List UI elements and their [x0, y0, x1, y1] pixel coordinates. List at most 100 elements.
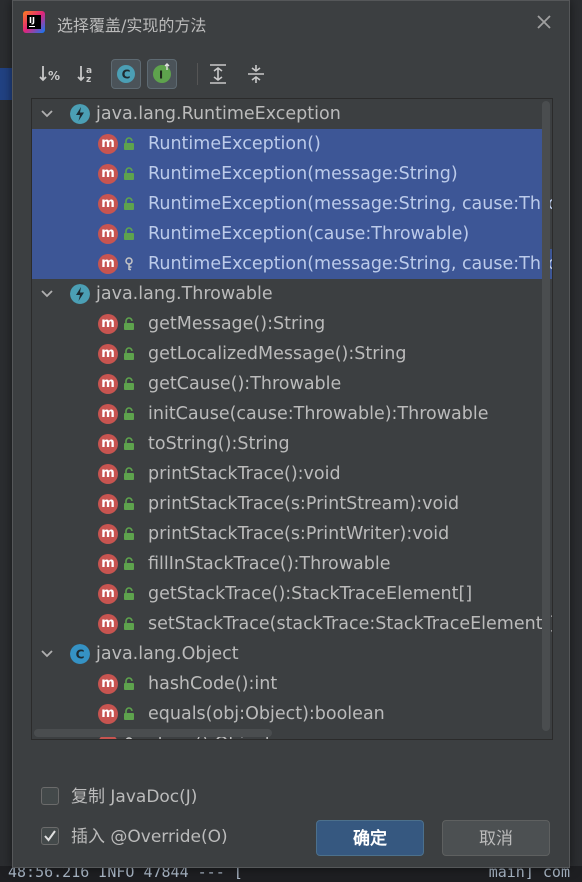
console-text-left: 48:56.216 INFO 47844 --- [	[8, 866, 243, 881]
method-signature: fillInStackTrace():Throwable	[148, 554, 391, 574]
close-icon[interactable]	[533, 11, 555, 33]
public-lock-icon	[124, 347, 134, 360]
method-signature: hashCode():int	[148, 674, 278, 694]
horizontal-scrollbar[interactable]	[34, 729, 272, 737]
method-row[interactable]: m setStackTrace(stackTrace:StackTraceElem…	[32, 609, 552, 639]
public-lock-icon	[124, 527, 134, 540]
svg-text:C: C	[76, 648, 85, 662]
method-signature: initCause(cause:Throwable):Throwable	[148, 404, 489, 424]
cancel-button[interactable]: 取消	[442, 820, 550, 856]
public-lock-icon	[124, 587, 134, 600]
method-signature: getStackTrace():StackTraceElement[]	[148, 584, 473, 604]
method-icon: m	[98, 194, 118, 214]
method-signature: getMessage():String	[148, 314, 326, 334]
intellij-logo-icon: IJ	[23, 11, 45, 33]
sort-by-visibility-icon: %	[39, 66, 60, 83]
chevron-down-icon[interactable]	[40, 288, 54, 300]
method-signature: RuntimeException(cause:Throwable)	[148, 224, 470, 244]
method-signature: setStackTrace(stackTrace:StackTraceEleme…	[148, 614, 553, 634]
copy-javadoc-label: 复制 JavaDoc(J)	[71, 787, 198, 807]
override-methods-dialog: IJ 选择覆盖/实现的方法 % a z C I java.lang.Runtim…	[12, 0, 570, 868]
group-name: java.lang.Throwable	[96, 284, 273, 304]
ok-button[interactable]: 确定	[316, 820, 424, 856]
show-interfaces-toggle[interactable]: I	[147, 59, 177, 89]
methods-tree[interactable]: java.lang.RuntimeException m RuntimeExcept…	[31, 98, 553, 740]
public-lock-icon	[124, 437, 134, 450]
method-signature: RuntimeException(message:String, cause:T…	[148, 254, 552, 274]
method-row[interactable]: m hashCode():int	[32, 669, 542, 699]
console-text-right: main] com	[488, 866, 570, 881]
method-icon: m	[98, 164, 118, 184]
public-lock-icon	[124, 467, 134, 480]
method-row[interactable]: m getCause():Throwable	[32, 369, 542, 399]
method-signature: getLocalizedMessage():String	[148, 344, 407, 364]
show-classes-toggle[interactable]: C	[111, 59, 141, 89]
protected-key-icon	[125, 737, 133, 739]
tree-group-row[interactable]: java.lang.Throwable	[32, 279, 542, 309]
dialog-titlebar[interactable]: IJ 选择覆盖/实现的方法	[13, 1, 569, 45]
method-signature: toString():String	[148, 434, 290, 454]
method-row[interactable]: m RuntimeException(message:String, cause:…	[32, 249, 552, 279]
public-lock-icon	[124, 617, 134, 630]
method-row[interactable]: m equals(obj:Object):boolean	[32, 699, 542, 729]
method-signature: printStackTrace(s:PrintStream):void	[148, 494, 460, 514]
method-icon: m	[98, 314, 118, 334]
method-row[interactable]: m RuntimeException(cause:Throwable)	[32, 219, 542, 249]
method-icon: m	[98, 374, 118, 394]
method-row[interactable]: m RuntimeException(message:String)	[32, 159, 542, 189]
method-signature: RuntimeException()	[148, 134, 321, 154]
method-row[interactable]: m toString():String	[32, 429, 542, 459]
chevron-down-icon[interactable]	[40, 648, 54, 660]
chevron-down-icon[interactable]	[40, 108, 54, 120]
method-row[interactable]: m printStackTrace(s:PrintStream):void	[32, 489, 542, 519]
public-lock-icon	[124, 377, 134, 390]
method-icon: m	[98, 674, 118, 694]
group-name: java.lang.RuntimeException	[96, 104, 341, 124]
public-lock-icon	[124, 317, 134, 330]
method-row[interactable]: m getLocalizedMessage():String	[32, 339, 542, 369]
group-name: java.lang.Object	[96, 644, 239, 664]
method-icon: m	[98, 614, 118, 634]
method-signature: getCause():Throwable	[148, 374, 342, 394]
method-row[interactable]: m RuntimeException()	[32, 129, 542, 159]
method-row[interactable]: m getMessage():String	[32, 309, 542, 339]
method-icon: m	[98, 404, 118, 424]
exception-class-icon	[70, 284, 90, 304]
method-icon: m	[98, 554, 118, 574]
protected-key-icon	[125, 257, 133, 271]
method-signature: printStackTrace(s:PrintWriter):void	[148, 524, 450, 544]
public-lock-icon	[124, 167, 134, 180]
public-lock-icon	[124, 557, 134, 570]
method-icon: m	[98, 584, 118, 604]
dialog-title: 选择覆盖/实现的方法	[57, 16, 207, 35]
tree-group-row[interactable]: Cjava.lang.Object	[32, 639, 542, 669]
vertical-scrollbar[interactable]	[542, 101, 550, 731]
sort-alphabetically-button[interactable]: a z	[73, 59, 103, 89]
expand-all-button[interactable]	[203, 59, 233, 89]
collapse-all-button[interactable]	[241, 59, 271, 89]
method-row[interactable]: m fillInStackTrace():Throwable	[32, 549, 542, 579]
insert-override-label: 插入 @Override(O)	[71, 827, 228, 847]
copy-javadoc-checkbox[interactable]	[41, 787, 59, 805]
method-row[interactable]: m RuntimeException(message:String, cause:…	[32, 189, 552, 219]
svg-text:I: I	[159, 69, 163, 82]
public-lock-icon	[124, 677, 134, 690]
public-lock-icon	[124, 497, 134, 510]
sort-by-visibility-button[interactable]: %	[35, 59, 65, 89]
insert-override-checkbox[interactable]	[41, 827, 59, 845]
ide-selection-strip	[0, 68, 12, 100]
method-icon: m	[98, 464, 118, 484]
method-row[interactable]: m printStackTrace(s:PrintWriter):void	[32, 519, 542, 549]
show-interfaces-icon: I	[153, 63, 171, 83]
public-lock-icon	[124, 227, 134, 240]
svg-text:C: C	[122, 68, 131, 82]
method-row[interactable]: m getStackTrace():StackTraceElement[]	[32, 579, 542, 609]
exception-class-icon	[70, 104, 90, 124]
svg-text:z: z	[86, 75, 91, 85]
method-row[interactable]: m printStackTrace():void	[32, 459, 542, 489]
method-icon: m	[98, 434, 118, 454]
method-row[interactable]: m initCause(cause:Throwable):Throwable	[32, 399, 542, 429]
public-lock-icon	[124, 137, 134, 150]
collapse-all-icon	[248, 65, 264, 83]
tree-group-row[interactable]: java.lang.RuntimeException	[32, 99, 542, 129]
